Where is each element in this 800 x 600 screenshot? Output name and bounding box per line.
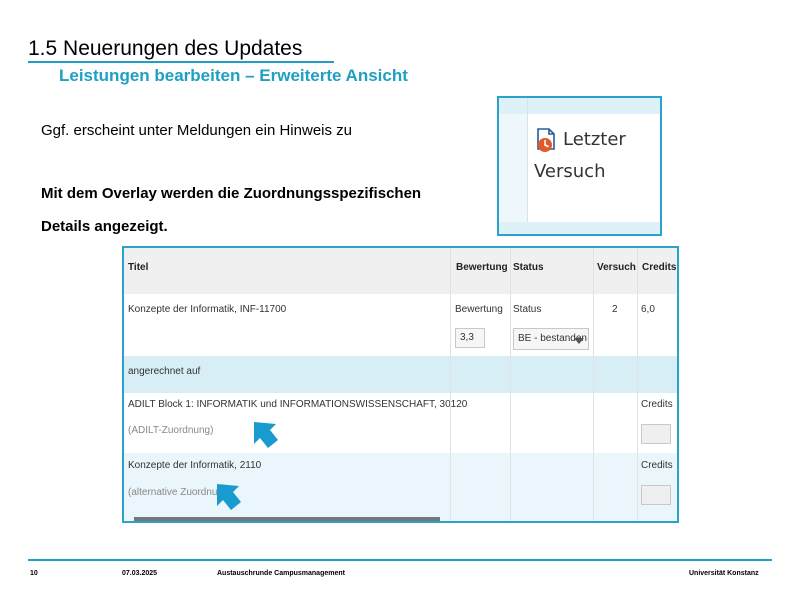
section-row: angerechnet auf	[124, 356, 677, 393]
page-number: 10	[30, 570, 38, 577]
column-divider	[637, 248, 638, 521]
clock-document-icon	[537, 128, 555, 152]
credits-value: 6,0	[641, 304, 655, 315]
col-header-status[interactable]: Status	[513, 262, 544, 273]
versuch-value: 2	[612, 304, 618, 315]
footer-line	[28, 559, 772, 561]
bewertung-label: Bewertung	[455, 304, 503, 315]
footer-org: Universität Konstanz	[689, 570, 759, 577]
credits-input[interactable]	[641, 485, 671, 505]
assignment-sub: (ADILT-Zuordnung)	[128, 425, 214, 436]
table-row: ADILT Block 1: INFORMATIK und INFORMATIO…	[124, 393, 677, 453]
inset-label-letzter: Letzter	[563, 129, 626, 150]
status-label: Status	[513, 304, 542, 315]
assignment-title: Konzepte der Informatik, 2110	[128, 460, 262, 471]
column-divider	[450, 248, 451, 521]
footer-date: 07.03.2025	[122, 570, 158, 577]
slide-title: 1.5 Neuerungen des Updates	[28, 37, 303, 60]
chevron-down-icon	[574, 338, 584, 344]
assignment-credits-label: Credits	[641, 399, 673, 410]
arrow-pointer-icon	[254, 422, 278, 448]
col-header-titel[interactable]: Titel	[128, 262, 148, 273]
last-attempt-inset: Letzter Versuch	[497, 96, 662, 236]
column-divider	[510, 248, 511, 521]
title-underline	[28, 61, 334, 63]
table-row: Konzepte der Informatik, INF-11700 Bewer…	[124, 294, 677, 356]
row-title: Konzepte der Informatik, INF-11700	[128, 304, 287, 315]
horizontal-scrollbar[interactable]	[134, 517, 440, 521]
table-row: Konzepte der Informatik, 2110 (alternati…	[124, 453, 677, 521]
status-select[interactable]: BE - bestanden	[513, 328, 589, 350]
hint-text: Ggf. erscheint unter Meldungen ein Hinwe…	[41, 122, 353, 139]
credits-input[interactable]	[641, 424, 671, 444]
overlay-text-line2: Details angezeigt.	[41, 218, 168, 235]
arrow-pointer-icon	[217, 484, 241, 510]
footer-event: Austauschrunde Campusmanagement	[217, 570, 345, 577]
inset-top-bar	[499, 98, 660, 114]
bewertung-input[interactable]: 3,3	[455, 328, 485, 348]
column-divider	[593, 248, 594, 521]
col-header-credits[interactable]: Credits	[642, 262, 676, 273]
inset-label-versuch: Versuch	[534, 161, 606, 182]
assignment-title: ADILT Block 1: INFORMATIK und INFORMATIO…	[128, 399, 468, 410]
col-header-versuch[interactable]: Versuch	[597, 262, 636, 273]
inset-left-column	[499, 114, 527, 222]
section-label: angerechnet auf	[128, 366, 201, 377]
inset-bottom-bar	[499, 222, 660, 234]
col-header-bewertung[interactable]: Bewertung	[456, 262, 508, 273]
overlay-text-line1: Mit dem Overlay werden die Zuordnungsspe…	[41, 185, 422, 202]
assignment-credits-label: Credits	[641, 460, 673, 471]
table-header: Titel Bewertung Status Versuch Credits	[124, 248, 677, 294]
inset-divider	[527, 98, 528, 234]
assessment-table: Titel Bewertung Status Versuch Credits K…	[122, 246, 679, 523]
slide-subtitle: Leistungen bearbeiten – Erweiterte Ansic…	[59, 66, 408, 85]
